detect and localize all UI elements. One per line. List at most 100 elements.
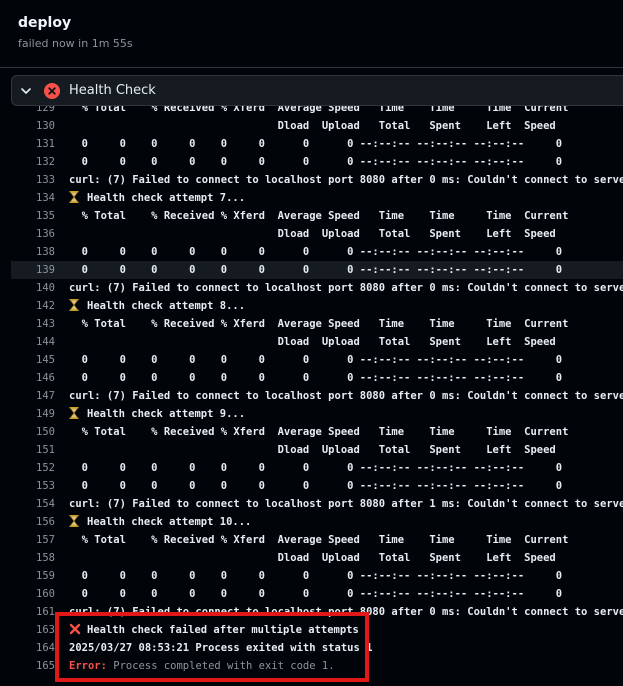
hourglass-icon — [69, 407, 79, 419]
line-number[interactable]: 149 — [11, 405, 55, 423]
log-text: Health check attempt 7... — [69, 189, 245, 207]
log-text: 0 0 0 0 0 0 0 0 --:--:-- --:--:-- --:--:… — [69, 372, 563, 384]
step-health-check[interactable]: Health Check — [11, 75, 623, 106]
log-text: Health check attempt 10... — [69, 513, 251, 531]
line-number[interactable]: 160 — [11, 585, 55, 603]
step-name: Health Check — [69, 83, 156, 98]
line-number[interactable]: 157 — [11, 531, 55, 549]
log-line: 153 0 0 0 0 0 0 0 0 --:--:-- --:--:-- --… — [11, 477, 623, 495]
log-text: 0 0 0 0 0 0 0 0 --:--:-- --:--:-- --:--:… — [69, 354, 563, 366]
log-line: 146 0 0 0 0 0 0 0 0 --:--:-- --:--:-- --… — [11, 369, 623, 387]
log-text: Dload Upload Total Spent Left Speed — [69, 552, 556, 564]
log-line: 143 % Total % Received % Xferd Average S… — [11, 315, 623, 333]
log-line: 133 curl: (7) Failed to connect to localh… — [11, 171, 623, 189]
log-text: 0 0 0 0 0 0 0 0 --:--:-- --:--:-- --:--:… — [69, 138, 563, 150]
line-number[interactable]: 129 — [11, 106, 55, 117]
line-number[interactable]: 153 — [11, 477, 55, 495]
hourglass-icon — [69, 299, 79, 311]
line-number[interactable]: 161 — [11, 603, 55, 621]
log-line: 139 0 0 0 0 0 0 0 0 --:--:-- --:--:-- --… — [11, 261, 623, 279]
log-text: % Total % Received % Xferd Average Speed… — [69, 318, 569, 330]
line-number[interactable]: 143 — [11, 315, 55, 333]
log-text: curl: (7) Failed to connect to localhost… — [69, 606, 623, 618]
line-number[interactable]: 145 — [11, 351, 55, 369]
line-number[interactable]: 165 — [11, 657, 55, 675]
hourglass-icon — [69, 515, 79, 527]
line-number[interactable]: 154 — [11, 495, 55, 513]
log-text: % Total % Received % Xferd Average Speed… — [69, 426, 569, 438]
log-line: 150 % Total % Received % Xferd Average S… — [11, 423, 623, 441]
log-text: 0 0 0 0 0 0 0 0 --:--:-- --:--:-- --:--:… — [69, 570, 563, 582]
log-text: Dload Upload Total Spent Left Speed — [69, 228, 556, 240]
line-number[interactable]: 164 — [11, 639, 55, 657]
log-output: 129 % Total % Received % Xferd Average S… — [11, 106, 623, 686]
log-text: curl: (7) Failed to connect to localhost… — [69, 498, 623, 510]
log-text: curl: (7) Failed to connect to localhost… — [69, 390, 623, 402]
line-number[interactable]: 158 — [11, 549, 55, 567]
log-line: 151 Dload Upload Total Spent Left Speed — [11, 441, 623, 459]
line-number[interactable]: 152 — [11, 459, 55, 477]
red-cross-icon — [69, 623, 81, 635]
log-line: 145 0 0 0 0 0 0 0 0 --:--:-- --:--:-- --… — [11, 351, 623, 369]
chevron-down-icon[interactable] — [20, 85, 32, 97]
log-text: Health check failed after multiple attem… — [69, 621, 359, 639]
log-line: 158 Dload Upload Total Spent Left Speed — [11, 549, 623, 567]
line-number[interactable]: 133 — [11, 171, 55, 189]
line-number[interactable]: 138 — [11, 243, 55, 261]
log-line: 156 Health check attempt 10... — [11, 513, 623, 531]
log-text: curl: (7) Failed to connect to localhost… — [69, 282, 623, 294]
line-number[interactable]: 136 — [11, 225, 55, 243]
log-text: 0 0 0 0 0 0 0 0 --:--:-- --:--:-- --:--:… — [69, 264, 563, 276]
log-text: 0 0 0 0 0 0 0 0 --:--:-- --:--:-- --:--:… — [69, 156, 563, 168]
log-text: % Total % Received % Xferd Average Speed… — [69, 534, 569, 546]
line-number[interactable]: 140 — [11, 279, 55, 297]
log-line: 154 curl: (7) Failed to connect to localh… — [11, 495, 623, 513]
line-number[interactable]: 146 — [11, 369, 55, 387]
line-number[interactable]: 144 — [11, 333, 55, 351]
log-line: 164 2025/03/27 08:53:21 Process exited wi… — [11, 639, 623, 657]
line-number[interactable]: 139 — [11, 261, 55, 279]
log-line: 163 Health check failed after multiple at… — [11, 621, 623, 639]
log-text: 0 0 0 0 0 0 0 0 --:--:-- --:--:-- --:--:… — [69, 480, 563, 492]
hourglass-icon — [69, 191, 79, 203]
log-line: 130 Dload Upload Total Spent Left Speed — [11, 117, 623, 135]
line-number[interactable]: 130 — [11, 117, 55, 135]
log-text: Dload Upload Total Spent Left Speed — [69, 120, 556, 132]
log-line: 149 Health check attempt 9... — [11, 405, 623, 423]
log-line: 136 Dload Upload Total Spent Left Speed — [11, 225, 623, 243]
line-number[interactable]: 134 — [11, 189, 55, 207]
line-number[interactable]: 151 — [11, 441, 55, 459]
log-text: Error: Process completed with exit code … — [69, 657, 335, 675]
log-line: 161 curl: (7) Failed to connect to localh… — [11, 603, 623, 621]
line-number[interactable]: 135 — [11, 207, 55, 225]
job-header: deploy failed now in 1m 55s — [0, 0, 623, 68]
job-title: deploy — [18, 15, 72, 31]
line-number[interactable]: 163 — [11, 621, 55, 639]
line-number[interactable]: 150 — [11, 423, 55, 441]
log-text: 0 0 0 0 0 0 0 0 --:--:-- --:--:-- --:--:… — [69, 246, 563, 258]
x-circle-icon — [44, 83, 60, 99]
line-number[interactable]: 132 — [11, 153, 55, 171]
log-line: 135 % Total % Received % Xferd Average S… — [11, 207, 623, 225]
log-text: Dload Upload Total Spent Left Speed — [69, 336, 556, 348]
log-line: 147 curl: (7) Failed to connect to localh… — [11, 387, 623, 405]
log-line: 132 0 0 0 0 0 0 0 0 --:--:-- --:--:-- --… — [11, 153, 623, 171]
line-number[interactable]: 147 — [11, 387, 55, 405]
log-line: 160 0 0 0 0 0 0 0 0 --:--:-- --:--:-- --… — [11, 585, 623, 603]
log-line: 140 curl: (7) Failed to connect to localh… — [11, 279, 623, 297]
log-line: 144 Dload Upload Total Spent Left Speed — [11, 333, 623, 351]
log-line: 165 Error: Process completed with exit co… — [11, 657, 623, 675]
job-status: failed now in 1m 55s — [18, 37, 133, 50]
log-text: Health check attempt 9... — [69, 405, 245, 423]
log-line: 131 0 0 0 0 0 0 0 0 --:--:-- --:--:-- --… — [11, 135, 623, 153]
line-number[interactable]: 156 — [11, 513, 55, 531]
log-text: 2025/03/27 08:53:21 Process exited with … — [69, 642, 373, 654]
line-number[interactable]: 159 — [11, 567, 55, 585]
log-text: Dload Upload Total Spent Left Speed — [69, 444, 556, 456]
log-text: 0 0 0 0 0 0 0 0 --:--:-- --:--:-- --:--:… — [69, 462, 563, 474]
log-text: curl: (7) Failed to connect to localhost… — [69, 174, 623, 186]
line-number[interactable]: 131 — [11, 135, 55, 153]
log-line: 142 Health check attempt 8... — [11, 297, 623, 315]
line-number[interactable]: 142 — [11, 297, 55, 315]
error-label: Error: — [69, 660, 107, 672]
